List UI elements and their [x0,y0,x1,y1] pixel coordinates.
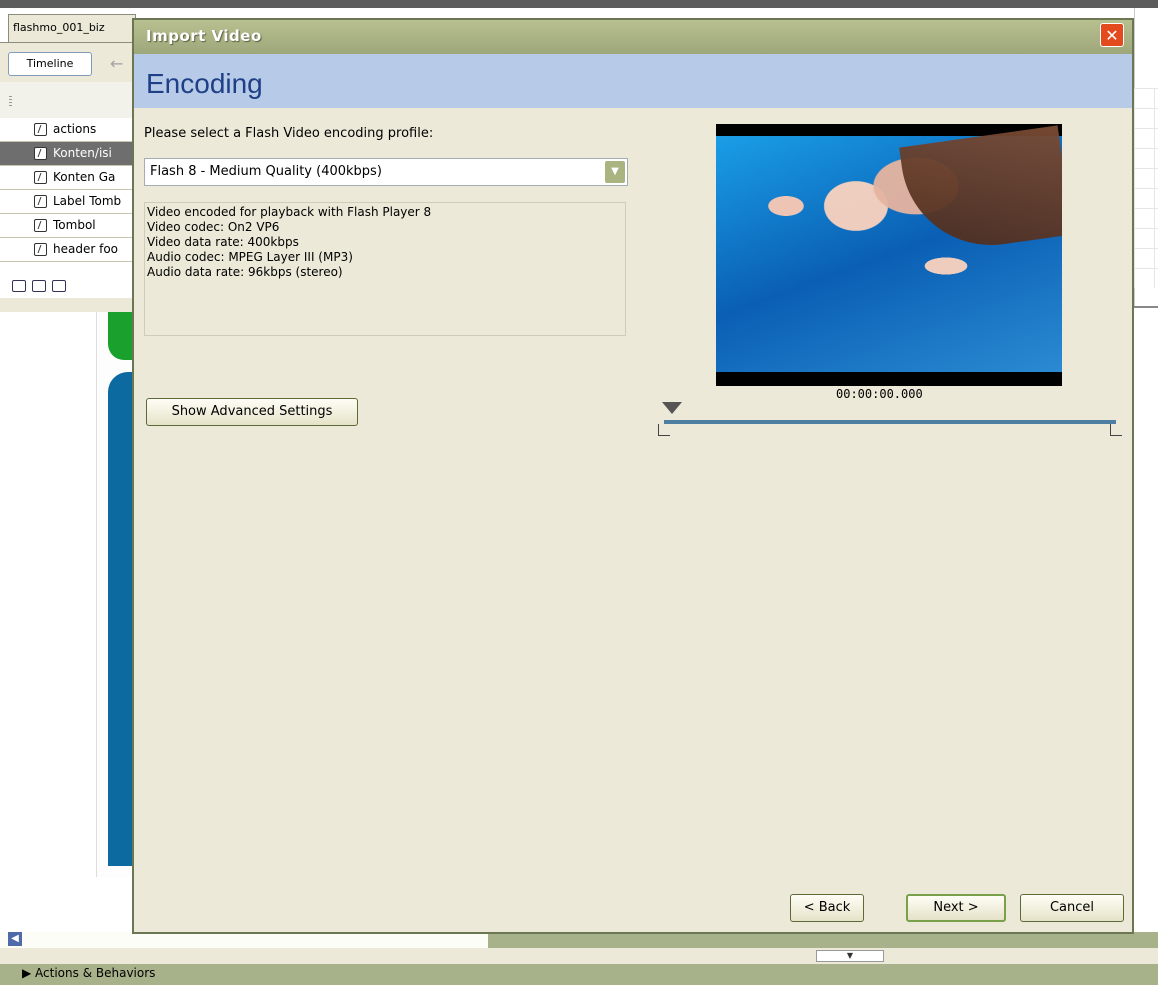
back-arrow-icon[interactable]: ← [110,54,123,73]
profile-value: Flash 8 - Medium Quality (400kbps) [150,164,382,179]
ide-top-bar [0,0,1158,8]
layer-icon [34,219,47,232]
layer-icon [34,147,47,160]
profile-prompt: Please select a Flash Video encoding pro… [144,126,434,141]
in-point-icon[interactable] [658,424,670,436]
actions-panel-title: Actions & Behaviors [35,966,156,980]
playhead-icon[interactable] [662,402,682,414]
layer-label: Tombol [53,218,96,232]
back-button[interactable]: < Back [790,894,864,922]
add-folder-icon[interactable] [52,280,66,292]
profile-info-box: Video encoded for playback with Flash Pl… [144,202,626,336]
scroll-left-icon[interactable]: ◀ [8,932,22,946]
video-scrubber[interactable] [658,402,1122,442]
chevron-down-icon[interactable]: ▼ [605,161,625,183]
dialog-content: Please select a Flash Video encoding pro… [132,18,1134,934]
add-guide-layer-icon[interactable] [32,280,46,292]
out-point-icon[interactable] [1110,424,1122,436]
separator [1134,306,1158,308]
document-tab[interactable]: flashmo_001_biz [8,14,136,42]
info-line: Audio data rate: 96kbps (stereo) [147,265,343,279]
info-line: Audio codec: MPEG Layer III (MP3) [147,250,353,264]
layer-icon [34,171,47,184]
layer-label: header foo [53,242,118,256]
video-preview [716,124,1062,386]
layer-row[interactable]: Label Tomb [0,190,136,214]
layer-icon [34,195,47,208]
layer-row[interactable]: Tombol [0,214,136,238]
scrubber-track[interactable] [664,420,1116,424]
cancel-button[interactable]: Cancel [1020,894,1124,922]
actions-panel-bar[interactable]: ▶ Actions & Behaviors [0,964,1158,985]
panel-divider [0,948,1158,964]
encoding-profile-select[interactable]: Flash 8 - Medium Quality (400kbps) ▼ [144,158,628,186]
timeline-frames [1134,88,1158,288]
layer-row[interactable]: Konten/isi [0,142,136,166]
layer-icon [34,123,47,136]
show-advanced-settings-button[interactable]: Show Advanced Settings [146,398,358,426]
layer-row[interactable]: actions [0,118,136,142]
layer-icon [34,243,47,256]
next-button[interactable]: Next > [906,894,1006,922]
layer-label: Label Tomb [53,194,122,208]
layer-row[interactable]: Konten Ga [0,166,136,190]
info-line: Video codec: On2 VP6 [147,220,280,234]
timeline-button[interactable]: Timeline [8,52,92,76]
timecode: 00:00:00.000 [836,387,923,401]
info-line: Video data rate: 400kbps [147,235,299,249]
layer-list: actions Konten/isi Konten Ga Label Tomb … [0,118,136,262]
collapse-arrow-icon[interactable]: ▼ [816,950,884,962]
add-layer-icon[interactable] [12,280,26,292]
actions-panel-label: ▶ Actions & Behaviors [22,966,156,980]
grip-icon[interactable] [9,96,12,108]
layer-row[interactable]: header foo [0,238,136,262]
layer-label: actions [53,122,97,136]
layer-label: Konten Ga [53,170,116,184]
info-line: Video encoded for playback with Flash Pl… [147,205,432,219]
scrollbar-thumb[interactable] [0,932,488,948]
timeline-header [0,82,136,119]
layer-tools [8,276,136,298]
layer-label: Konten/isi [53,146,112,160]
